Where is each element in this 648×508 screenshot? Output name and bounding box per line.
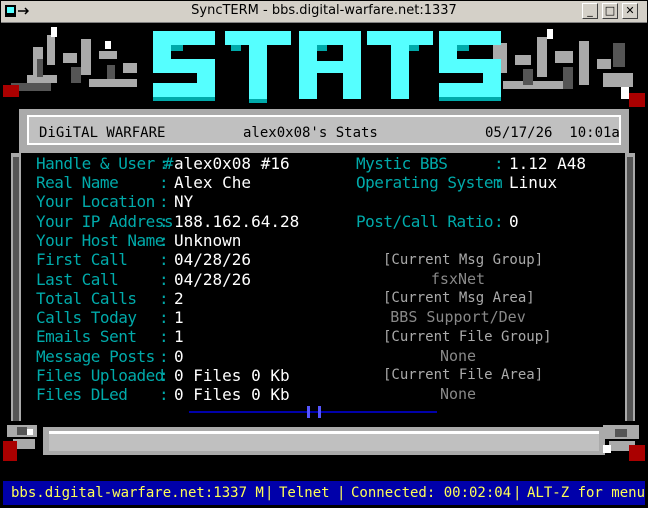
stats-banner-art: [3, 23, 645, 113]
title-bar[interactable]: SyncTERM - bbs.digital-warfare.net:1337 …: [1, 1, 647, 23]
header-panel: DiGiTAL WARFARE alex0x08's Stats 05/17/2…: [19, 109, 629, 153]
post-call-ratio-label: Post/Call Ratio: [356, 212, 494, 231]
date-time: 05/17/26 10:01a: [485, 125, 620, 141]
post-call-ratio-value: 0: [509, 212, 519, 231]
current-file-area-value: None: [439, 385, 477, 403]
current-file-group-value: None: [439, 347, 477, 365]
maximize-button[interactable]: □: [602, 3, 618, 19]
footer-border-art: [3, 421, 645, 465]
current-file-group-header: [Current File Group]: [383, 329, 552, 345]
header-panel-inner: DiGiTAL WARFARE alex0x08's Stats 05/17/2…: [27, 115, 621, 145]
os-value: Linux: [509, 173, 558, 192]
bbs-software-label: Mystic BBS: [356, 154, 448, 173]
close-button[interactable]: ✕: [622, 3, 638, 19]
status-menu-hint: ALT-Z for menu: [527, 485, 646, 501]
terminal-screen[interactable]: DiGiTAL WARFARE alex0x08's Stats 05/17/2…: [3, 23, 645, 481]
current-file-area-header: [Current File Area]: [383, 367, 544, 383]
current-msg-group-header: [Current Msg Group]: [383, 252, 544, 268]
page-title: alex0x08's Stats: [243, 125, 378, 141]
current-msg-area-value: BBS Support/Dev: [390, 308, 526, 326]
bbs-software-value: 1.12 A48: [509, 154, 587, 173]
right-border-art: [625, 153, 635, 428]
status-host: bbs.digital-warfare.net:1337 M: [11, 485, 264, 501]
bbs-software-colon: :: [494, 154, 504, 173]
os-label: Operating System: [356, 173, 503, 192]
minimize-button[interactable]: _: [582, 3, 598, 19]
syncterm-window: SyncTERM - bbs.digital-warfare.net:1337 …: [0, 0, 648, 508]
status-connected-time: Connected: 00:02:04: [351, 485, 512, 501]
left-border-art: [11, 153, 21, 428]
status-protocol: Telnet: [279, 485, 330, 501]
os-colon: :: [494, 173, 504, 192]
bbs-name: DiGiTAL WARFARE: [39, 125, 166, 141]
status-bar: bbs.digital-warfare.net:1337 M | Telnet | Co…: [3, 481, 645, 505]
divider-knob: [303, 406, 325, 418]
post-call-ratio-colon: :: [494, 212, 504, 231]
current-msg-group-value: fsxNet: [430, 270, 486, 288]
current-msg-area-header: [Current Msg Area]: [383, 290, 535, 306]
window-title: SyncTERM - bbs.digital-warfare.net:1337: [191, 3, 457, 18]
